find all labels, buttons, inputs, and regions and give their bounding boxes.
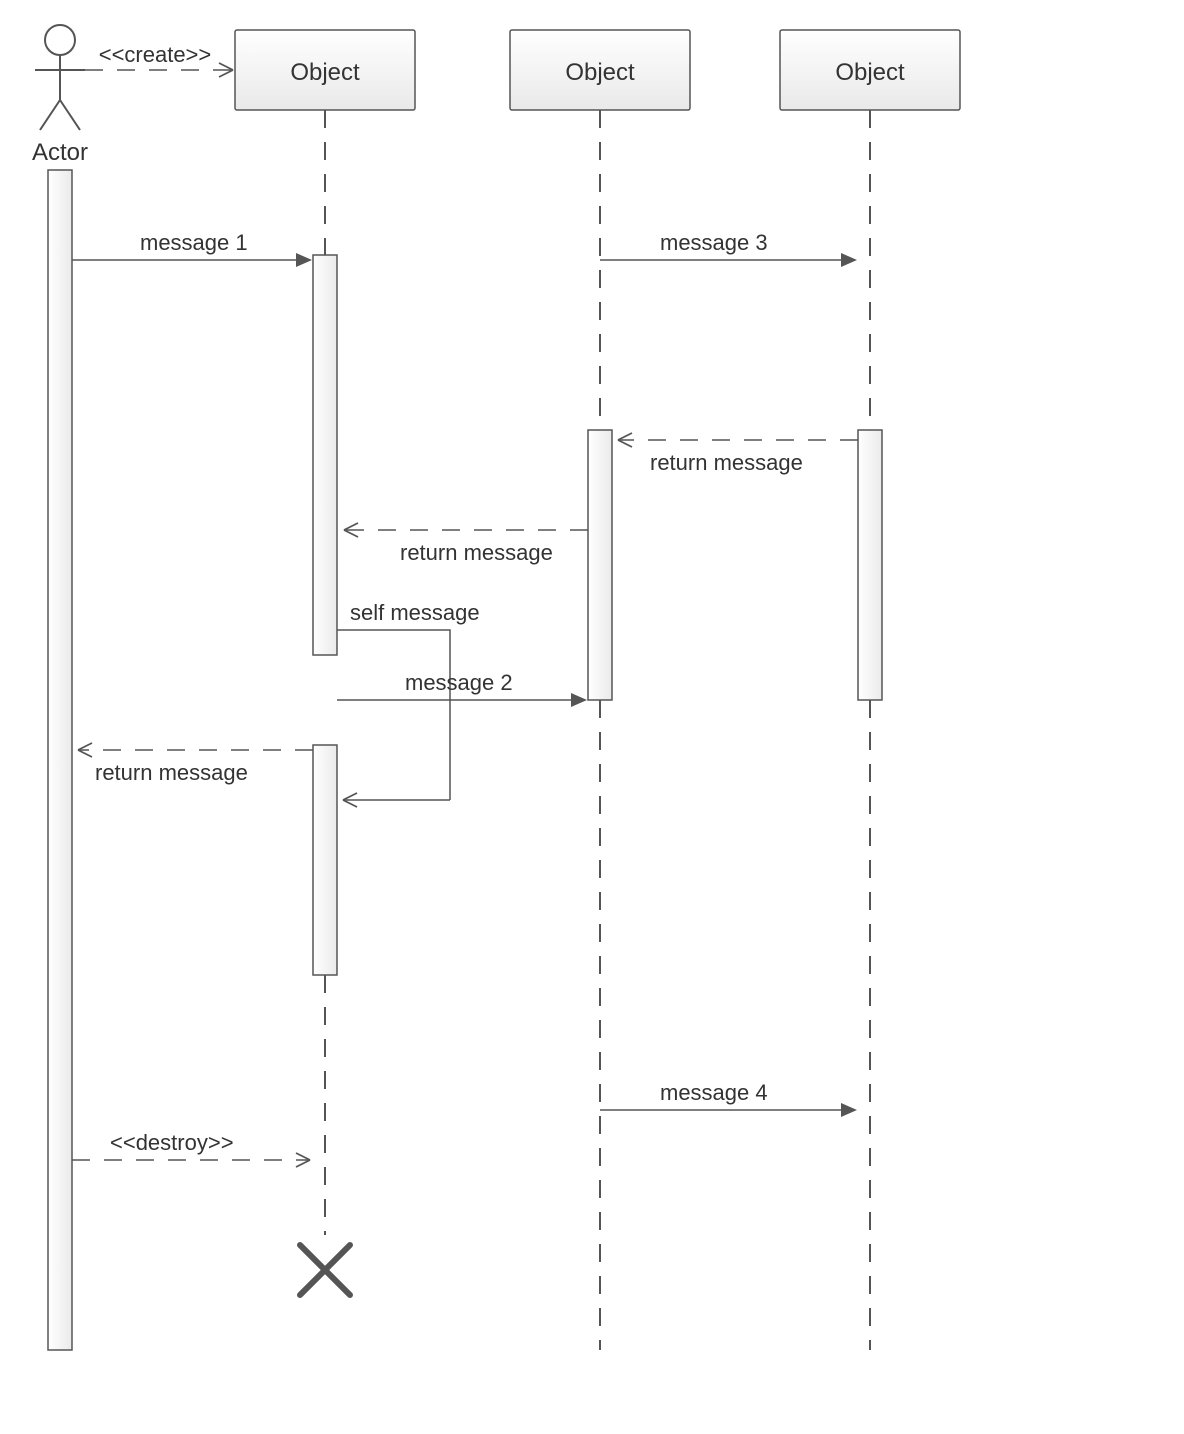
message-4-label: message 4	[660, 1080, 768, 1105]
return-1-to-actor-label: return message	[95, 760, 248, 785]
self-message-out	[337, 630, 450, 800]
object2-activation	[588, 430, 612, 700]
self-message-label: self message	[350, 600, 480, 625]
object1-label: Object	[290, 59, 360, 86]
message-1-label: message 1	[140, 230, 248, 255]
object1-activation-2	[313, 745, 337, 975]
object2-label: Object	[565, 59, 635, 86]
actor-figure	[35, 25, 85, 130]
object1-activation-1	[313, 255, 337, 655]
destroy-icon	[300, 1245, 350, 1295]
return-2-to-1-label: return message	[400, 540, 553, 565]
sequence-diagram: Actor Object Object Object <<create>> me…	[0, 0, 1184, 1434]
return-3-to-2-label: return message	[650, 450, 803, 475]
actor-label: Actor	[32, 139, 88, 166]
create-label: <<create>>	[99, 42, 212, 67]
destroy-label: <<destroy>>	[110, 1130, 234, 1155]
message-3-label: message 3	[660, 230, 768, 255]
message-2-label: message 2	[405, 670, 513, 695]
actor-activation	[48, 170, 72, 1350]
object3-activation	[858, 430, 882, 700]
object3-label: Object	[835, 59, 905, 86]
